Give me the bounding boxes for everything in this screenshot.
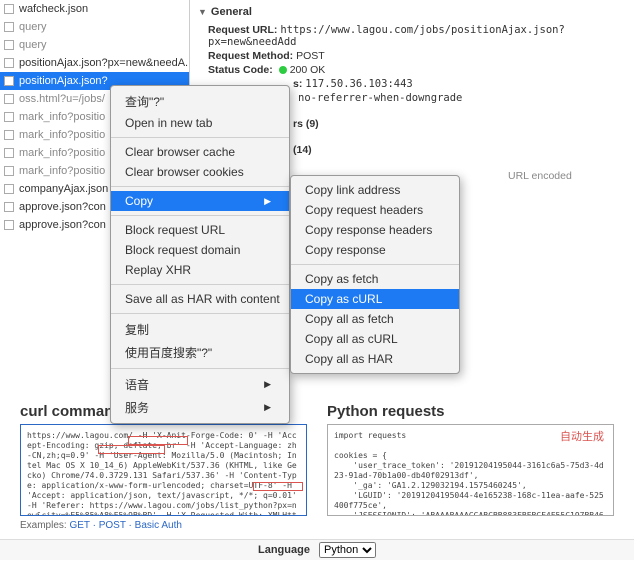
- menu-item-copy-req-headers[interactable]: Copy request headers: [291, 200, 459, 220]
- highlight-box: [98, 445, 165, 454]
- chevron-right-icon: ▶: [264, 196, 271, 207]
- request-row[interactable]: positionAjax.json?px=new&needA...: [0, 54, 189, 72]
- copy-submenu[interactable]: Copy link address Copy request headers C…: [290, 175, 460, 374]
- language-select[interactable]: Python: [319, 542, 376, 558]
- context-menu[interactable]: 查询"?" Open in new tab Clear browser cach…: [110, 85, 290, 424]
- highlight-box: [253, 482, 303, 491]
- chevron-right-icon: ▶: [264, 402, 271, 413]
- request-row[interactable]: query: [0, 36, 189, 54]
- checkbox-icon[interactable]: [4, 4, 14, 14]
- status-code: 200 OK: [290, 64, 326, 76]
- menu-item-open-new-tab[interactable]: Open in new tab: [111, 113, 289, 133]
- curl-heading: curl command: [20, 403, 123, 420]
- menu-item[interactable]: 查询"?": [111, 90, 289, 113]
- menu-item-block-url[interactable]: Block request URL: [111, 220, 289, 240]
- menu-item-clear-cache[interactable]: Clear browser cache: [111, 142, 289, 162]
- triangle-down-icon: ▼: [198, 7, 207, 17]
- menu-item-copy-curl[interactable]: Copy as cURL: [291, 289, 459, 309]
- menu-item[interactable]: 语音▶: [111, 373, 289, 396]
- form-data-note: URL encoded: [508, 170, 626, 182]
- language-bar: Language Python: [0, 539, 634, 560]
- menu-item-copy-all-curl[interactable]: Copy all as cURL: [291, 329, 459, 349]
- remote-address: 117.50.36.103:443: [305, 78, 412, 90]
- menu-item[interactable]: 复制: [111, 318, 289, 341]
- response-headers-count[interactable]: rs (9): [293, 118, 319, 130]
- request-row[interactable]: wafcheck.json: [0, 0, 189, 18]
- examples-links[interactable]: Examples: GET · POST · Basic Auth: [20, 520, 307, 531]
- menu-item-copy-resp-headers[interactable]: Copy response headers: [291, 220, 459, 240]
- menu-item-copy-link[interactable]: Copy link address: [291, 180, 459, 200]
- menu-item-copy-fetch[interactable]: Copy as fetch: [291, 269, 459, 289]
- menu-item-copy[interactable]: Copy▶: [111, 191, 289, 211]
- request-method: POST: [296, 50, 325, 62]
- chevron-right-icon: ▶: [264, 379, 271, 390]
- general-heading[interactable]: ▼General: [198, 6, 626, 18]
- python-note: 自动生成: [560, 428, 604, 444]
- request-headers-count[interactable]: (14): [293, 144, 312, 156]
- highlight-box: [128, 436, 188, 445]
- referrer-policy: no-referrer-when-downgrade: [298, 92, 626, 104]
- status-dot-icon: [279, 66, 287, 74]
- menu-item-clear-cookies[interactable]: Clear browser cookies: [111, 162, 289, 182]
- request-row[interactable]: query: [0, 18, 189, 36]
- menu-item-copy-all-har[interactable]: Copy all as HAR: [291, 349, 459, 369]
- menu-item[interactable]: 使用百度搜索"?": [111, 341, 289, 364]
- python-heading: Python requests: [327, 403, 445, 420]
- menu-item-copy-response[interactable]: Copy response: [291, 240, 459, 260]
- menu-item-copy-all-fetch[interactable]: Copy all as fetch: [291, 309, 459, 329]
- menu-item-block-domain[interactable]: Block request domain: [111, 240, 289, 260]
- menu-item-replay-xhr[interactable]: Replay XHR: [111, 260, 289, 280]
- menu-item[interactable]: 服务▶: [111, 396, 289, 419]
- menu-item-save-har[interactable]: Save all as HAR with content: [111, 289, 289, 309]
